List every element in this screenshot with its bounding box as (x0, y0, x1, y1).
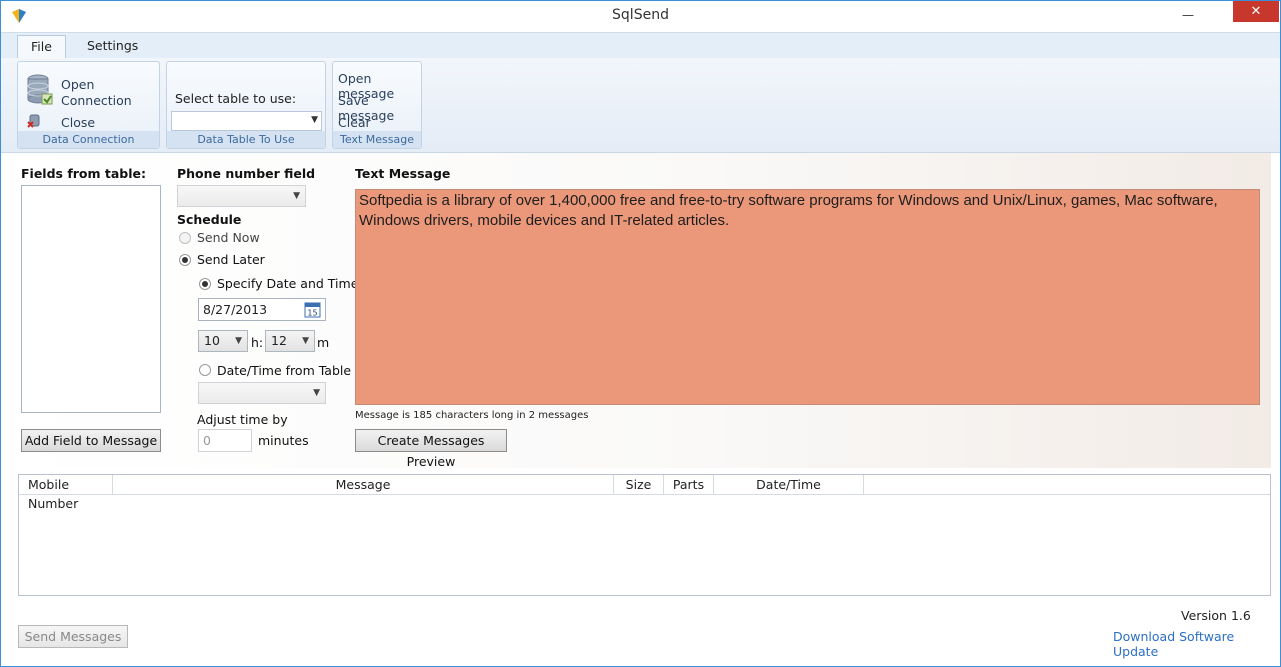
adjust-minutes-input[interactable]: 0 (198, 429, 252, 452)
hour-value: 10 (204, 333, 220, 348)
chevron-down-icon: ▼ (313, 388, 320, 398)
calendar-icon[interactable]: 15 (304, 301, 321, 318)
version-label: Version 1.6 (1181, 608, 1251, 623)
send-now-radio[interactable] (179, 232, 191, 244)
data-connection-group: Open Connection Close Connection Data Co… (17, 61, 160, 149)
text-message-group: Open message Save message Clear Message … (332, 61, 422, 149)
message-textarea[interactable]: Softpedia is a library of over 1,400,000… (355, 189, 1260, 405)
close-window-button[interactable]: ✕ (1233, 1, 1279, 22)
minute-select[interactable]: 12 ▼ (265, 330, 315, 352)
schedule-label: Schedule (177, 212, 242, 227)
date-input[interactable]: 8/27/2013 15 (198, 298, 326, 321)
select-table-label: Select table to use: (175, 91, 297, 106)
tab-settings[interactable]: Settings (75, 35, 150, 59)
database-icon[interactable] (26, 74, 54, 106)
chevron-down-icon: ▼ (302, 336, 309, 346)
chevron-down-icon: ▼ (311, 115, 318, 125)
text-message-label: Text Message (355, 166, 451, 181)
fields-label: Fields from table: (21, 166, 147, 181)
send-later-radio[interactable] (179, 254, 191, 266)
grid-header: Mobile Number Message Size Parts Date/Ti… (19, 475, 1270, 511)
open-connection-button-line1[interactable]: Open (61, 77, 94, 92)
datetime-from-table-radio[interactable] (199, 364, 211, 376)
minute-suffix: m (317, 335, 330, 350)
ribbon-tabs: File Settings (1, 32, 1280, 59)
calendar-icon-day: 15 (307, 309, 317, 318)
phone-field-label: Phone number field (177, 166, 316, 181)
send-messages-button[interactable]: Send Messages (18, 625, 128, 648)
title-bar: SqlSend — ✕ (1, 1, 1280, 32)
minimize-button[interactable]: — (1173, 5, 1203, 27)
download-update-link[interactable]: Download Software Update (1113, 629, 1280, 659)
datetime-column-select[interactable]: ▼ (198, 382, 326, 404)
tab-file[interactable]: File (17, 35, 66, 59)
chevron-down-icon: ▼ (293, 191, 300, 201)
database-disconnect-icon[interactable] (27, 114, 41, 128)
column-parts[interactable]: Parts (664, 475, 714, 495)
window-title: SqlSend (612, 7, 669, 23)
fields-list[interactable] (21, 185, 161, 413)
messages-grid[interactable]: Mobile Number Message Size Parts Date/Ti… (18, 474, 1271, 596)
send-now-label[interactable]: Send Now (197, 230, 260, 245)
chevron-down-icon: ▼ (235, 336, 242, 346)
column-size[interactable]: Size (614, 475, 664, 495)
column-message[interactable]: Message (113, 475, 614, 495)
create-preview-button[interactable]: Create Messages Preview (355, 429, 507, 469)
data-table-group: Select table to use: ▼ Data Table To Use (166, 61, 326, 149)
add-field-button[interactable]: Add Field to Message (21, 429, 161, 452)
ribbon: Open Connection Close Connection Data Co… (1, 58, 1280, 153)
column-datetime[interactable]: Date/Time (714, 475, 864, 495)
adjust-time-label: Adjust time by (197, 412, 288, 427)
column-mobile-number[interactable]: Mobile Number (19, 475, 113, 511)
app-window: SqlSend — ✕ File Settings Open Connectio… (0, 0, 1281, 667)
phone-field-select[interactable]: ▼ (177, 185, 306, 207)
specify-datetime-label[interactable]: Specify Date and Time (217, 276, 358, 291)
data-table-group-label: Data Table To Use (167, 131, 325, 148)
hour-select[interactable]: 10 ▼ (198, 330, 248, 352)
minute-value: 12 (271, 333, 287, 348)
send-later-label[interactable]: Send Later (197, 252, 265, 267)
table-select[interactable]: ▼ (171, 111, 322, 131)
data-connection-group-label: Data Connection (18, 131, 159, 148)
hour-suffix: h: (251, 335, 264, 350)
open-connection-button-line2[interactable]: Connection (61, 93, 132, 108)
message-length-info: Message is 185 characters long in 2 mess… (355, 410, 589, 421)
datetime-from-table-label[interactable]: Date/Time from Table (217, 363, 351, 378)
specify-datetime-radio[interactable] (199, 278, 211, 290)
text-message-group-label: Text Message (333, 131, 421, 148)
date-input-value: 8/27/2013 (203, 302, 268, 317)
minutes-suffix: minutes (258, 433, 309, 448)
